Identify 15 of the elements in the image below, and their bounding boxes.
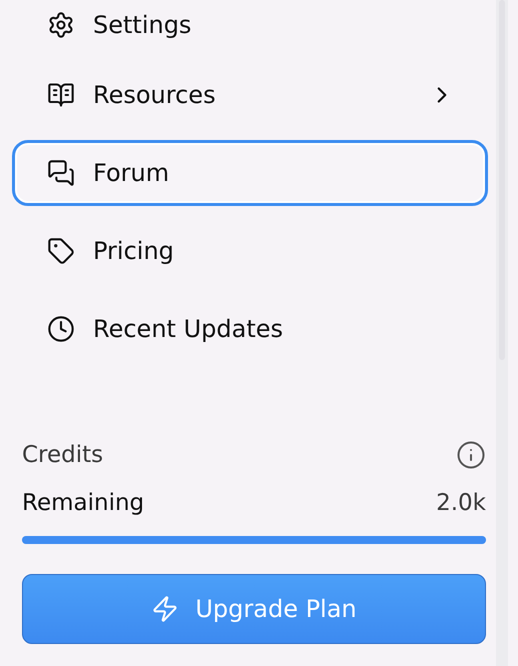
- chat-bubbles-icon: [47, 159, 75, 187]
- clock-icon: [47, 315, 75, 343]
- nav-item[interactable]: Forum: [12, 140, 488, 206]
- info-icon[interactable]: [456, 440, 486, 470]
- nav-item[interactable]: Pricing: [12, 218, 488, 284]
- nav-item[interactable]: Resources: [12, 62, 488, 128]
- lightning-icon: [151, 595, 180, 623]
- book-icon: [47, 81, 75, 109]
- remaining-value: 2.0k: [436, 490, 486, 516]
- credits-title: Credits: [22, 442, 104, 468]
- nav-item[interactable]: Settings: [12, 0, 488, 50]
- tag-icon: [47, 237, 75, 265]
- nav-item[interactable]: Recent Updates: [12, 296, 488, 362]
- gear-icon: [47, 11, 75, 39]
- remaining-label: Remaining: [22, 490, 144, 516]
